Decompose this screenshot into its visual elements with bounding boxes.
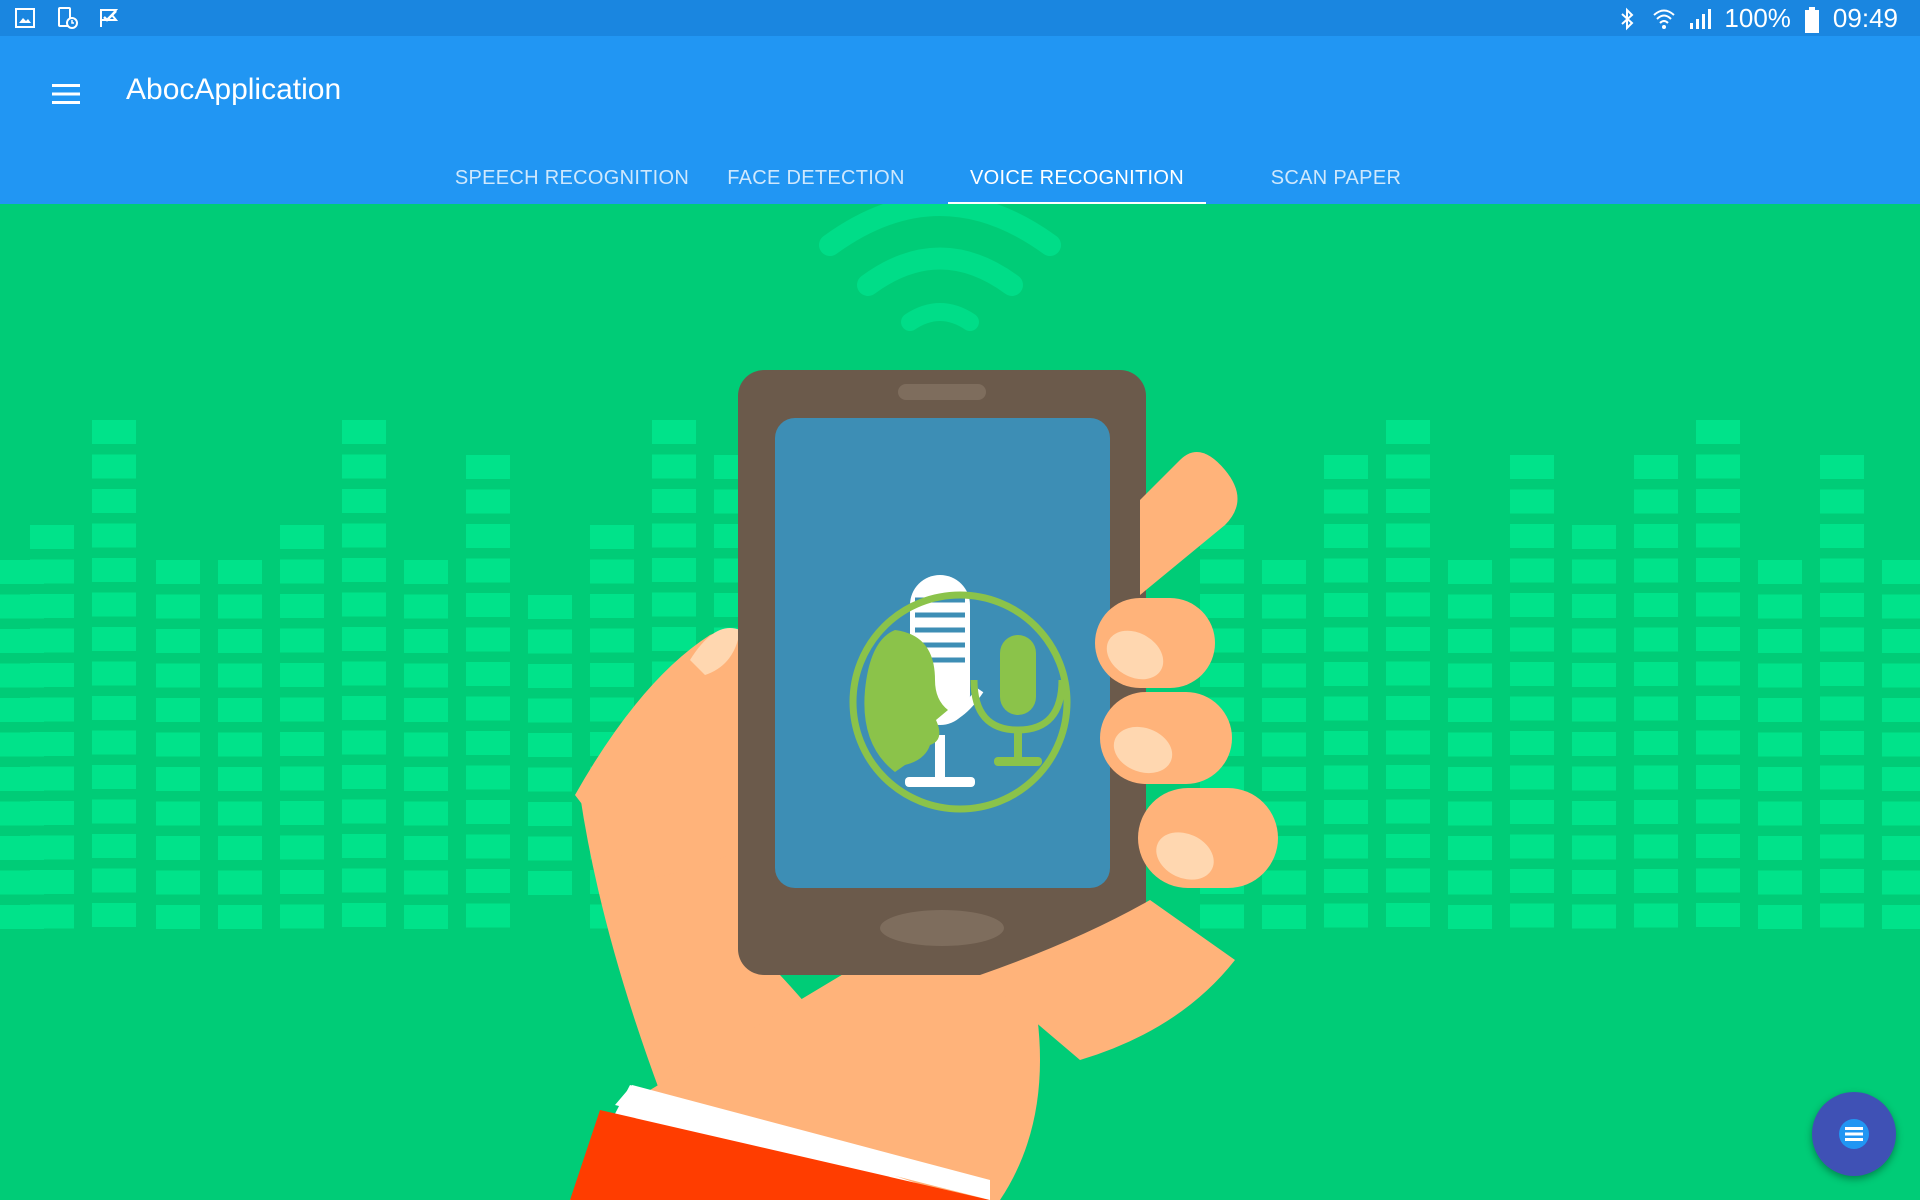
hamburger-menu-icon[interactable] bbox=[40, 68, 92, 120]
list-icon bbox=[1839, 1119, 1869, 1149]
image-icon bbox=[14, 7, 36, 29]
tab-bar: SPEECH RECOGNITION FACE DETECTION VOICE … bbox=[440, 152, 1466, 206]
check-flag-icon bbox=[98, 7, 120, 29]
app-bar: AbocApplication SPEECH RECOGNITION FACE … bbox=[0, 36, 1920, 206]
device-clock-icon bbox=[56, 7, 78, 29]
tab-voice-recognition[interactable]: VOICE RECOGNITION bbox=[948, 152, 1206, 206]
battery-icon bbox=[1804, 7, 1819, 33]
app-title: AbocApplication bbox=[126, 73, 342, 106]
status-bar-system: 100% 09:49 bbox=[1616, 0, 1898, 36]
tab-scan-paper[interactable]: SCAN PAPER bbox=[1206, 152, 1466, 204]
status-bar: 100% 09:49 bbox=[0, 0, 1920, 36]
phone bbox=[738, 370, 1146, 975]
wifi-icon bbox=[1652, 7, 1676, 29]
tab-face-detection[interactable]: FACE DETECTION bbox=[704, 152, 928, 204]
tab-speech-recognition[interactable]: SPEECH RECOGNITION bbox=[440, 152, 704, 204]
battery-percent: 100% bbox=[1724, 2, 1791, 33]
status-bar-notifications bbox=[14, 0, 120, 36]
main-content bbox=[0, 204, 1920, 1200]
signal-icon bbox=[1688, 7, 1712, 29]
list-fab-button[interactable] bbox=[1812, 1092, 1896, 1176]
bluetooth-icon bbox=[1616, 7, 1638, 31]
voice-recognition-illustration bbox=[0, 204, 1920, 1200]
signal-waves-icon bbox=[819, 204, 1061, 331]
clock: 09:49 bbox=[1832, 2, 1898, 33]
